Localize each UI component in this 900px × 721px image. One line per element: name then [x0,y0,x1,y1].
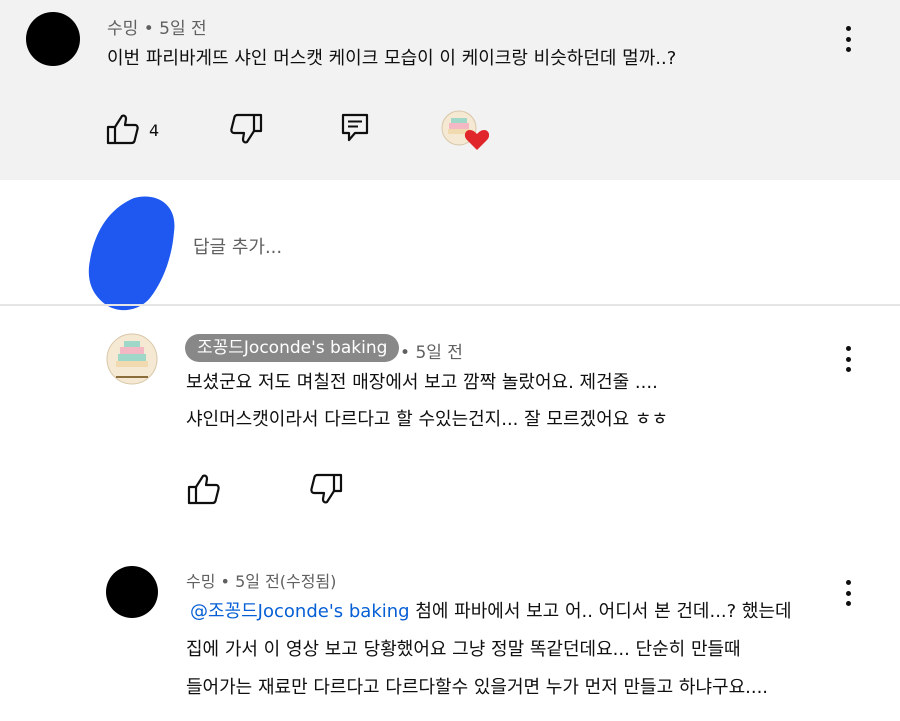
more-icon[interactable] [838,342,858,376]
user-avatar-scribble [88,196,175,311]
comment-text: 이번 파리바게뜨 샤인 머스캣 케이크 모습이 이 케이크랑 비슷하던데 멀까.… [107,48,677,69]
channel-logo [106,333,158,385]
timestamp[interactable]: 5일 전(수정됨) [235,572,336,591]
more-icon[interactable] [838,576,858,610]
add-reply-input[interactable]: 답글 추가... [193,233,282,259]
more-icon[interactable] [838,22,858,56]
timestamp[interactable]: 5일 전 [159,19,207,39]
reply-text-line-3: 들어가는 재료만 다르다고 다르다할수 있을거면 누가 먼저 만들고 하냐구요.… [186,677,769,698]
author-name[interactable]: 수밍 [107,19,138,39]
dislike-icon[interactable] [229,113,263,145]
divider [0,304,900,306]
reply-text-line-1: @조꽁드Joconde's baking 첨에 파바에서 보고 어.. 어디서 … [190,598,792,627]
avatar[interactable] [106,333,158,385]
like-icon[interactable] [106,113,140,145]
avatar[interactable] [26,12,80,66]
separator-dot: • [220,572,236,591]
timestamp[interactable]: 5일 전 [415,343,463,363]
like-icon[interactable] [187,473,221,505]
like-count: 4 [149,121,160,140]
separator-dot: • [143,19,160,39]
reply-text: 첨에 파바에서 보고 어.. 어디서 본 건데...? 했는데 [409,601,792,622]
creator-heart-badge[interactable] [441,110,490,152]
reply-icon[interactable] [341,113,369,143]
reply-text-line-2: 샤인머스캣이라서 다르다고 할 수있는건지... 잘 모르겠어요 ㅎㅎ [186,409,669,430]
comment-thread-1: 수밍 • 5일 전 이번 파리바게뜨 샤인 머스캣 케이크 모습이 이 케이크랑… [0,0,900,180]
reply-meta: • 5일 전 [400,338,463,363]
reply-meta: 수밍 • 5일 전(수정됨) [186,568,336,592]
separator-dot: • [400,343,416,363]
avatar[interactable] [106,566,158,618]
comment-header: 수밍 • 5일 전 [107,14,207,39]
author-name[interactable]: 수밍 [186,572,215,591]
mention-link[interactable]: @조꽁드Joconde's baking [190,601,410,622]
heart-icon [441,110,490,150]
reply-text-line-1: 보셨군요 저도 며칠전 매장에서 보고 깜짝 놀랐어요. 제건줄 .... [186,372,658,393]
creator-name-chip[interactable]: 조꽁드Joconde's baking [185,334,400,362]
dislike-icon[interactable] [309,473,343,505]
reply-text-line-2: 집에 가서 이 영상 보고 당황했어요 그냥 정말 똑같던데요... 단순히 만… [186,639,741,660]
